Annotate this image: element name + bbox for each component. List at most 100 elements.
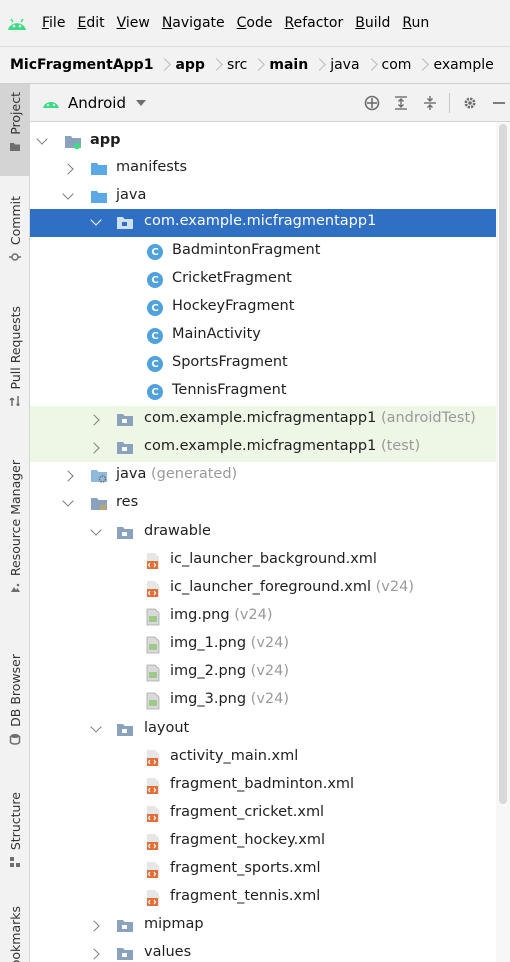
tree-node-java-generated[interactable]: java (generated)	[30, 462, 496, 490]
tree-node-mipmap[interactable]: mipmap	[30, 912, 496, 940]
pull-request-icon	[9, 396, 20, 407]
tree-node-class[interactable]: C BadmintonFragment	[30, 238, 496, 266]
tree-node-xml-file[interactable]: fragment_tennis.xml	[30, 884, 496, 912]
database-icon	[9, 733, 21, 745]
menu-file[interactable]: File	[42, 15, 65, 31]
tree-node-values[interactable]: values	[30, 940, 496, 962]
tree-node-image-file[interactable]: img_3.png (v24)	[30, 687, 496, 715]
android-icon	[43, 101, 59, 108]
folder-icon	[117, 920, 133, 932]
menu-edit[interactable]: Edit	[77, 15, 104, 31]
xml-file-icon	[147, 553, 159, 569]
bookmarks-tool-button[interactable]: Bookmarks	[0, 906, 30, 962]
tool-window-stripe: Project Commit Pull Requests Resource Ma…	[0, 84, 30, 962]
breadcrumb-example[interactable]: example	[433, 57, 493, 73]
menu-code[interactable]: Code	[237, 15, 273, 31]
tree-node-xml-file[interactable]: fragment_hockey.xml	[30, 828, 496, 856]
menu-refactor[interactable]: Refactor	[284, 15, 343, 31]
xml-file-icon	[147, 890, 159, 906]
view-selector-dropdown[interactable]: Android	[42, 94, 146, 112]
class-icon: C	[147, 328, 163, 344]
tree-node-manifests[interactable]: manifests	[30, 155, 496, 183]
tree-node-image-file[interactable]: img.png (v24)	[30, 603, 496, 631]
select-opened-file-icon[interactable]	[363, 94, 381, 112]
folder-icon	[117, 527, 133, 539]
chevron-down-icon[interactable]	[90, 214, 102, 226]
tree-node-xml-file[interactable]: ic_launcher_foreground.xml (v24)	[30, 575, 496, 603]
tree-node-package-androidtest[interactable]: com.example.micfragmentapp1 (androidTest…	[30, 406, 496, 434]
tree-node-layout[interactable]: layout	[30, 716, 496, 744]
folder-icon	[117, 724, 133, 736]
image-file-icon	[146, 636, 160, 654]
xml-file-icon	[147, 778, 159, 794]
tree-scrollbar[interactable]	[496, 122, 510, 962]
class-icon: C	[147, 244, 163, 260]
menu-build[interactable]: Build	[355, 15, 390, 31]
tree-node-xml-file[interactable]: fragment_badminton.xml	[30, 772, 496, 800]
commit-icon	[9, 253, 21, 261]
breadcrumb-java[interactable]: java	[330, 57, 359, 73]
db-browser-tool-button[interactable]: DB Browser	[0, 654, 30, 764]
breadcrumb: MicFragmentApp1 app src main java com ex…	[0, 46, 510, 84]
menu-run[interactable]: Run	[402, 15, 429, 31]
chevron-right-icon[interactable]	[62, 470, 74, 482]
tree-node-xml-file[interactable]: fragment_cricket.xml	[30, 800, 496, 828]
resource-manager-icon	[11, 583, 20, 593]
expand-all-icon[interactable]	[392, 94, 410, 112]
tree-node-java[interactable]: java	[30, 183, 496, 211]
tree-node-class[interactable]: C TennisFragment	[30, 378, 496, 406]
folder-icon	[91, 191, 107, 203]
chevron-down-icon[interactable]	[90, 524, 102, 536]
project-tool-button[interactable]: Project	[0, 84, 30, 176]
tree-node-class[interactable]: C SportsFragment	[30, 350, 496, 378]
tree-node-package-test[interactable]: com.example.micfragmentapp1 (test)	[30, 434, 496, 462]
chevron-right-icon[interactable]	[62, 163, 74, 175]
tree-node-class[interactable]: C HockeyFragment	[30, 294, 496, 322]
breadcrumb-src[interactable]: src	[227, 57, 247, 73]
gear-icon[interactable]	[461, 94, 479, 112]
commit-tool-button[interactable]: Commit	[0, 196, 30, 280]
tree-node-image-file[interactable]: img_1.png (v24)	[30, 631, 496, 659]
chevron-down-icon[interactable]	[62, 188, 74, 200]
chevron-right-icon[interactable]	[88, 442, 100, 454]
tree-node-drawable[interactable]: drawable	[30, 519, 496, 547]
xml-file-icon	[147, 834, 159, 850]
tree-node-xml-file[interactable]: ic_launcher_background.xml	[30, 547, 496, 575]
tree-node-res[interactable]: res	[30, 490, 496, 518]
pull-requests-tool-button[interactable]: Pull Requests	[0, 306, 30, 432]
image-file-icon	[146, 692, 160, 710]
tree-node-package-main[interactable]: com.example.micfragmentapp1	[30, 209, 496, 237]
collapse-all-icon[interactable]	[421, 94, 439, 112]
menu-view[interactable]: View	[117, 15, 150, 31]
panel-toolbar	[352, 84, 510, 122]
hide-panel-icon[interactable]	[490, 94, 508, 112]
resource-manager-tool-button[interactable]: Resource Manager	[0, 460, 30, 620]
image-file-icon	[146, 664, 160, 682]
package-icon	[117, 414, 133, 426]
chevron-right-icon[interactable]	[88, 414, 100, 426]
xml-file-icon	[147, 581, 159, 597]
chevron-down-icon[interactable]	[90, 721, 102, 733]
breadcrumb-separator-icon	[159, 55, 169, 75]
breadcrumb-module[interactable]: app	[175, 57, 205, 73]
chevron-down-icon[interactable]	[62, 495, 74, 507]
breadcrumb-com[interactable]: com	[382, 57, 412, 73]
tree-node-app[interactable]: app	[30, 128, 496, 156]
tree-node-image-file[interactable]: img_2.png (v24)	[30, 659, 496, 687]
breadcrumb-main[interactable]: main	[269, 57, 308, 73]
chevron-right-icon[interactable]	[88, 948, 100, 960]
structure-tool-button[interactable]: Structure	[0, 792, 30, 892]
folder-icon	[91, 163, 107, 175]
chevron-right-icon[interactable]	[88, 920, 100, 932]
chevron-down-icon[interactable]	[36, 133, 48, 145]
breadcrumb-project[interactable]: MicFragmentApp1	[10, 57, 153, 73]
scrollbar-thumb[interactable]	[499, 124, 507, 804]
menu-navigate[interactable]: Navigate	[162, 15, 225, 31]
tree-node-class[interactable]: C MainActivity	[30, 322, 496, 350]
breadcrumb-separator-icon	[211, 55, 221, 75]
tree-node-xml-file[interactable]: activity_main.xml	[30, 744, 496, 772]
project-tree: app manifests java com.example.micfragme…	[30, 122, 496, 962]
tree-node-class[interactable]: C CricketFragment	[30, 266, 496, 294]
tree-node-xml-file[interactable]: fragment_sports.xml	[30, 856, 496, 884]
class-icon: C	[147, 272, 163, 288]
